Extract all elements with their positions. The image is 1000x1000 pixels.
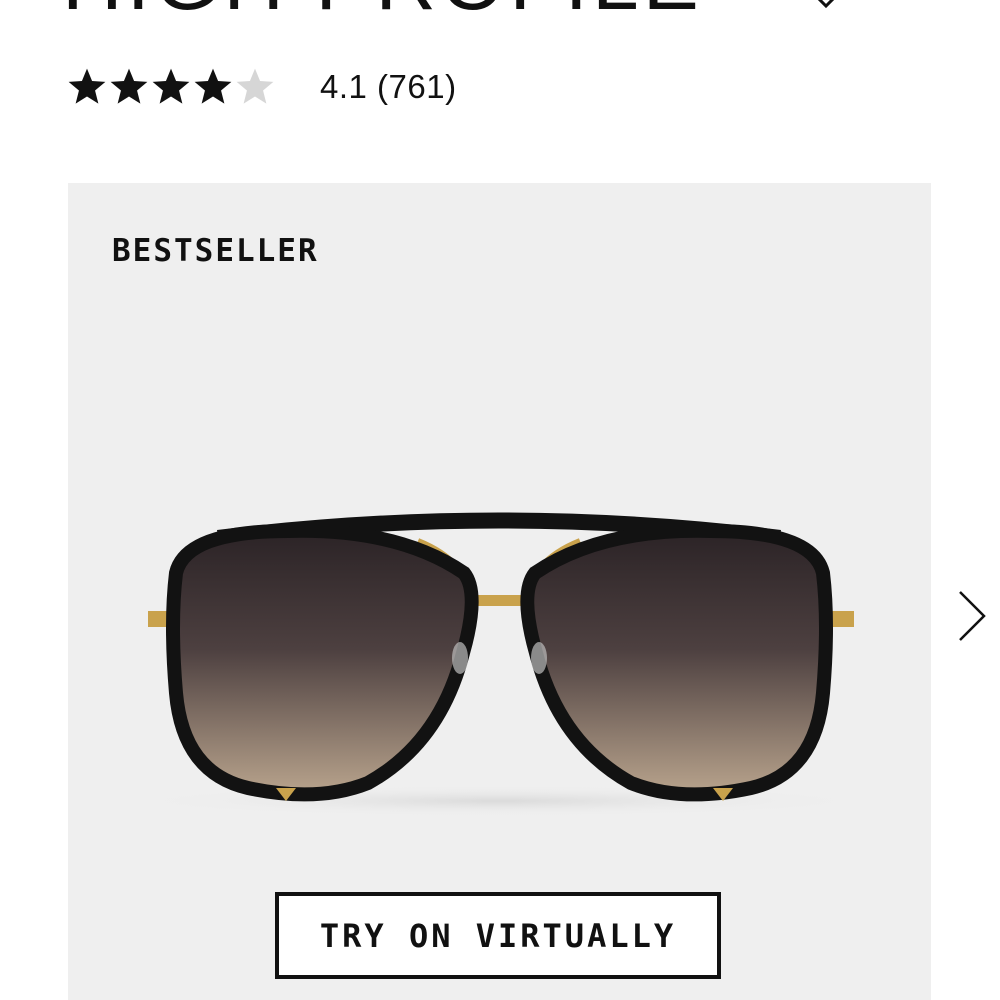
product-page: HIGH PROFILE 4.1 (761) BESTSELLER (0, 0, 1000, 1000)
star-rating[interactable] (66, 66, 276, 108)
star-empty-icon (236, 68, 274, 104)
rating-row: 4.1 (761) (66, 62, 457, 112)
share-icon[interactable] (812, 0, 840, 10)
product-title: HIGH PROFILE (62, 0, 703, 22)
product-gallery: BESTSELLER TRY ON VIRTUALLY (68, 183, 931, 1000)
star-icon (110, 68, 148, 104)
bestseller-badge: BESTSELLER (112, 233, 319, 269)
star-icon (194, 68, 232, 104)
try-on-virtually-button[interactable]: TRY ON VIRTUALLY (275, 892, 721, 979)
chevron-right-icon[interactable] (950, 586, 990, 646)
rating-summary[interactable]: 4.1 (761) (320, 68, 457, 106)
product-image[interactable] (68, 483, 931, 823)
star-icon (152, 68, 190, 104)
star-icon (68, 68, 106, 104)
